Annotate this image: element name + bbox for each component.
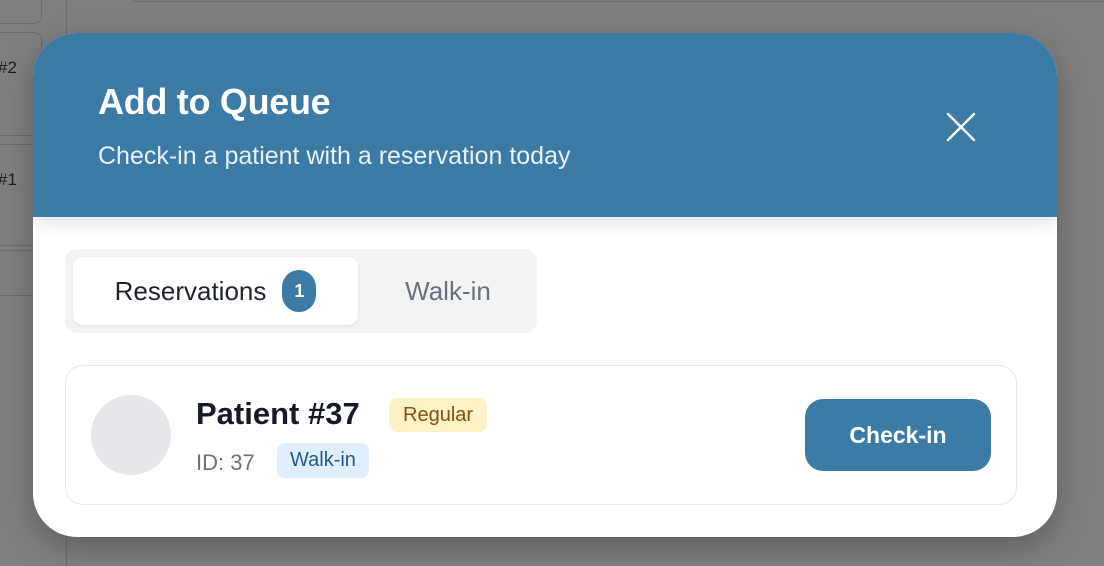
close-icon [946, 112, 976, 142]
reservations-count-badge: 1 [282, 270, 317, 312]
patient-type-badge: Regular [389, 398, 488, 432]
reservation-card: Patient #37 Regular ID: 37 Walk-in Check… [65, 365, 1017, 505]
patient-source-badge: Walk-in [277, 443, 369, 478]
tab-label: Reservations [114, 275, 267, 306]
tab-walk-in[interactable]: Walk-in [365, 257, 531, 325]
avatar [91, 395, 171, 475]
modal-subtitle: Check-in a patient with a reservation to… [98, 142, 571, 170]
patient-name: Patient #37 [196, 396, 360, 431]
tab-label: Walk-in [405, 275, 491, 306]
modal-title: Add to Queue [98, 81, 331, 122]
queue-tabs: Reservations 1 Walk-in [65, 249, 537, 333]
close-button[interactable] [941, 107, 981, 147]
modal-header: Add to Queue Check-in a patient with a r… [33, 33, 1057, 217]
check-in-button[interactable]: Check-in [805, 399, 991, 471]
add-to-queue-modal: Add to Queue Check-in a patient with a r… [33, 33, 1057, 537]
tab-reservations[interactable]: Reservations 1 [73, 257, 358, 325]
patient-id: ID: 37 [196, 450, 255, 475]
